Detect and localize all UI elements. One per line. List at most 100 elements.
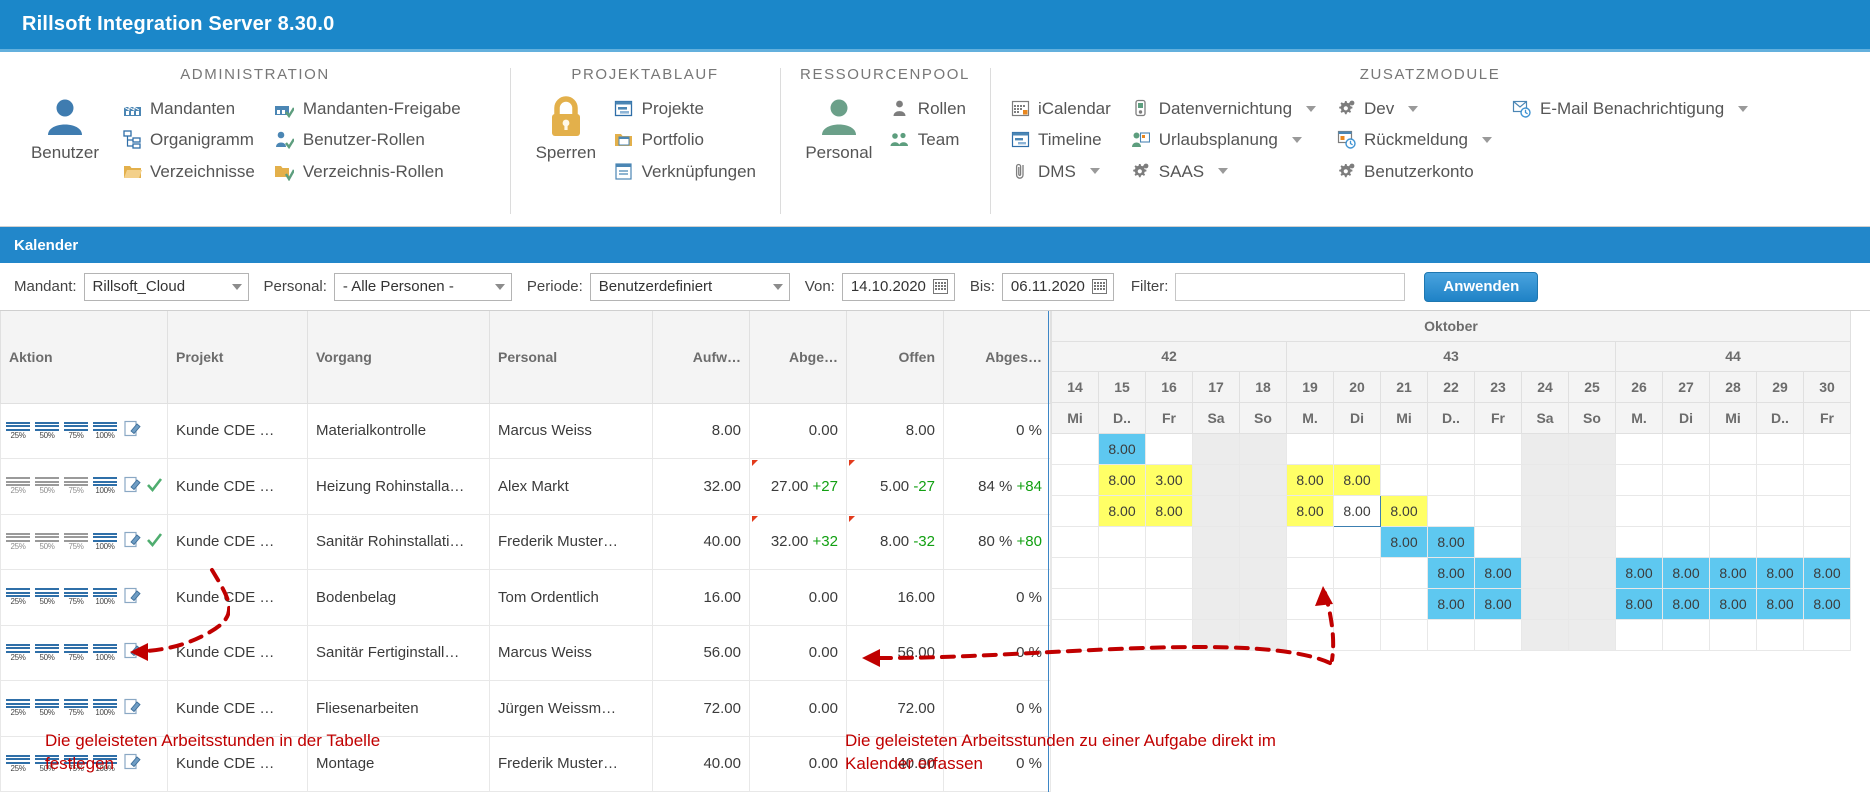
set-progress-100-button[interactable]: 100% bbox=[92, 532, 118, 551]
table-row[interactable]: 25% 50% 75% 100% Kunde CDE … Materialkont… bbox=[0, 402, 1051, 459]
calendar-cell[interactable] bbox=[1709, 463, 1757, 496]
ribbon-item-benutzerkonto[interactable]: Benutzerkonto bbox=[1330, 156, 1506, 187]
set-progress-75-button[interactable]: 75% bbox=[63, 699, 89, 717]
calendar-cell[interactable] bbox=[1051, 618, 1099, 651]
calendar-cell[interactable] bbox=[1239, 432, 1287, 465]
set-progress-100-button[interactable]: 100% bbox=[92, 643, 118, 662]
calendar-cell[interactable] bbox=[1051, 494, 1099, 527]
column-header-projekt[interactable]: Projekt bbox=[167, 311, 308, 404]
periode-select[interactable]: Benutzerdefiniert bbox=[589, 272, 790, 301]
calendar-cell[interactable] bbox=[1333, 556, 1381, 589]
calendar-cell[interactable]: 8.00 bbox=[1427, 556, 1475, 589]
chevron-down-icon[interactable] bbox=[1738, 105, 1749, 112]
set-progress-75-button[interactable]: 75% bbox=[63, 754, 89, 773]
ribbon-item-r-ckmeldung[interactable]: Rückmeldung bbox=[1330, 124, 1506, 155]
calendar-cell[interactable] bbox=[1756, 494, 1804, 527]
calendar-cell[interactable]: 8.00 bbox=[1662, 556, 1710, 589]
set-progress-25-button[interactable]: 25% bbox=[5, 421, 31, 440]
ribbon-item-e-mail-benachrichtigung[interactable]: E-Mail Benachrichtigung bbox=[1506, 93, 1762, 124]
calendar-cell[interactable] bbox=[1192, 432, 1240, 465]
calendar-cell[interactable] bbox=[1098, 525, 1146, 558]
row-actions[interactable]: 25% 50% 75% 100% bbox=[0, 513, 168, 570]
calendar-cell[interactable] bbox=[1474, 432, 1522, 465]
calendar-picker-icon[interactable] bbox=[1091, 279, 1107, 294]
calendar-cell[interactable] bbox=[1380, 587, 1428, 620]
chevron-down-icon[interactable] bbox=[1089, 168, 1100, 175]
row-actions[interactable]: 25% 50% 75% 100% bbox=[0, 458, 168, 515]
row-actions[interactable]: 25% 50% 75% 100% bbox=[0, 735, 168, 792]
calendar-cell[interactable]: 8.00 bbox=[1427, 525, 1475, 558]
calendar-cell[interactable] bbox=[1662, 463, 1710, 496]
set-progress-50-button[interactable]: 50% bbox=[34, 754, 60, 773]
edit-icon[interactable] bbox=[124, 642, 141, 663]
calendar-cell[interactable] bbox=[1615, 463, 1663, 496]
ribbon-big-button-sperren[interactable]: Sperren bbox=[524, 93, 608, 163]
calendar-cell[interactable] bbox=[1474, 494, 1522, 527]
ribbon-big-button-benutzer[interactable]: Benutzer bbox=[14, 93, 116, 163]
ribbon-item-datenvernichtung[interactable]: Datenvernichtung bbox=[1125, 93, 1330, 124]
calendar-cell[interactable] bbox=[1521, 525, 1569, 558]
chevron-down-icon[interactable] bbox=[1306, 105, 1317, 112]
calendar-cell[interactable] bbox=[1427, 618, 1475, 651]
calendar-cell[interactable]: 8.00 bbox=[1098, 494, 1146, 527]
ribbon-item-verzeichnisse[interactable]: Verzeichnisse bbox=[116, 156, 269, 187]
ribbon-item-portfolio[interactable]: Portfolio bbox=[608, 124, 770, 155]
ribbon-item-dev[interactable]: Dev bbox=[1330, 93, 1506, 124]
set-progress-25-button[interactable]: 25% bbox=[5, 754, 31, 773]
apply-button[interactable]: Anwenden bbox=[1424, 271, 1539, 302]
chevron-down-icon[interactable] bbox=[1481, 136, 1492, 143]
table-row[interactable]: 25% 50% 75% 100% Kunde CDE … Sanitär Rohi… bbox=[0, 513, 1051, 570]
calendar-cell[interactable] bbox=[1051, 556, 1099, 589]
calendar-cell[interactable] bbox=[1568, 494, 1616, 527]
set-progress-50-button[interactable]: 50% bbox=[34, 421, 60, 440]
ribbon-item-mandanten-freigabe[interactable]: Mandanten-Freigabe bbox=[269, 93, 475, 124]
set-progress-50-button[interactable]: 50% bbox=[34, 699, 60, 717]
column-header-vorgang[interactable]: Vorgang bbox=[307, 311, 490, 404]
calendar-cell[interactable] bbox=[1098, 556, 1146, 589]
row-actions[interactable]: 25% 50% 75% 100% bbox=[0, 569, 168, 626]
row-actions[interactable]: 25% 50% 75% 100% bbox=[0, 402, 168, 459]
set-progress-75-button[interactable]: 75% bbox=[63, 588, 89, 606]
set-progress-25-button[interactable]: 25% bbox=[5, 588, 31, 606]
calendar-cell[interactable]: 8.00 bbox=[1803, 556, 1851, 589]
calendar-cell[interactable] bbox=[1568, 618, 1616, 651]
calendar-cell[interactable]: 8.00 bbox=[1709, 587, 1757, 620]
set-progress-100-button[interactable]: 100% bbox=[92, 477, 118, 495]
calendar-cell[interactable] bbox=[1192, 463, 1240, 496]
calendar-cell[interactable] bbox=[1192, 556, 1240, 589]
calendar-cell[interactable] bbox=[1145, 587, 1193, 620]
column-header-offen[interactable]: Offen bbox=[846, 311, 944, 404]
column-header-abge[interactable]: Abge… bbox=[749, 311, 847, 404]
bis-date-input[interactable]: 06.11.2020 bbox=[1001, 272, 1114, 301]
calendar-cell[interactable] bbox=[1803, 463, 1851, 496]
calendar-cell[interactable] bbox=[1568, 463, 1616, 496]
calendar-cell[interactable]: 8.00 bbox=[1474, 587, 1522, 620]
calendar-cell[interactable]: 8.00 bbox=[1380, 525, 1428, 558]
calendar-cell[interactable]: 8.00 bbox=[1333, 494, 1381, 527]
calendar-cell[interactable] bbox=[1521, 463, 1569, 496]
calendar-cell[interactable] bbox=[1709, 525, 1757, 558]
edit-icon[interactable] bbox=[124, 587, 141, 608]
calendar-cell[interactable]: 8.00 bbox=[1098, 432, 1146, 465]
calendar-cell[interactable] bbox=[1521, 618, 1569, 651]
calendar-cell[interactable] bbox=[1333, 618, 1381, 651]
set-progress-100-button[interactable]: 100% bbox=[92, 421, 118, 440]
calendar-cell[interactable] bbox=[1756, 525, 1804, 558]
calendar-cell[interactable] bbox=[1709, 618, 1757, 651]
edit-icon[interactable] bbox=[124, 698, 141, 719]
calendar-cell[interactable] bbox=[1051, 432, 1099, 465]
calendar-cell[interactable] bbox=[1286, 556, 1334, 589]
calendar-cell[interactable] bbox=[1803, 432, 1851, 465]
set-progress-25-button[interactable]: 25% bbox=[5, 532, 31, 551]
calendar-cell[interactable] bbox=[1474, 525, 1522, 558]
calendar-cell[interactable] bbox=[1427, 494, 1475, 527]
calendar-cell[interactable] bbox=[1803, 525, 1851, 558]
calendar-cell[interactable] bbox=[1756, 618, 1804, 651]
calendar-cell[interactable] bbox=[1615, 432, 1663, 465]
set-progress-25-button[interactable]: 25% bbox=[5, 699, 31, 717]
set-progress-75-button[interactable]: 75% bbox=[63, 532, 89, 551]
calendar-cell[interactable] bbox=[1192, 494, 1240, 527]
calendar-cell[interactable] bbox=[1521, 494, 1569, 527]
calendar-cell[interactable] bbox=[1380, 618, 1428, 651]
set-progress-50-button[interactable]: 50% bbox=[34, 477, 60, 495]
